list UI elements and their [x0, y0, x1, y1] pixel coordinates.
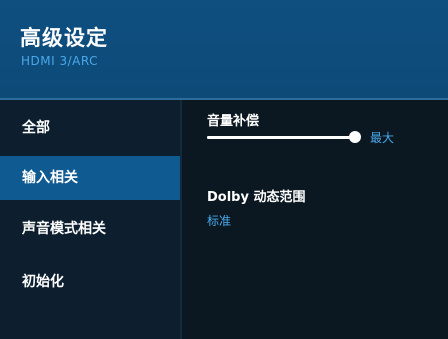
- input-source-subtitle: HDMI 3/ARC: [21, 54, 98, 68]
- volume-compensation-slider[interactable]: [207, 136, 355, 139]
- sidebar-item-initialize[interactable]: 初始化: [0, 260, 180, 304]
- sidebar-item-label: 初始化: [22, 274, 64, 290]
- dolby-drc-label: Dolby 动态范围: [207, 190, 306, 205]
- settings-panel: 音量补偿 最大 Dolby 动态范围 标准: [182, 100, 448, 339]
- header: 高级设定 HDMI 3/ARC: [0, 0, 448, 98]
- volume-compensation-value: 最大: [370, 131, 395, 145]
- sidebar: 全部 输入相关 声音模式相关 初始化: [0, 100, 180, 339]
- dolby-drc-value: 标准: [207, 214, 232, 228]
- sidebar-item-label: 全部: [22, 120, 50, 136]
- sidebar-item-label: 输入相关: [22, 170, 78, 186]
- sidebar-item-input[interactable]: 输入相关: [0, 156, 180, 200]
- sidebar-item-sound-mode[interactable]: 声音模式相关: [0, 207, 180, 251]
- volume-compensation-label: 音量补偿: [207, 114, 260, 129]
- slider-handle[interactable]: [349, 131, 361, 143]
- sidebar-item-all[interactable]: 全部: [0, 106, 180, 150]
- page-title: 高级设定: [20, 26, 108, 50]
- sidebar-item-label: 声音模式相关: [22, 221, 106, 237]
- slider-fill: [207, 136, 355, 139]
